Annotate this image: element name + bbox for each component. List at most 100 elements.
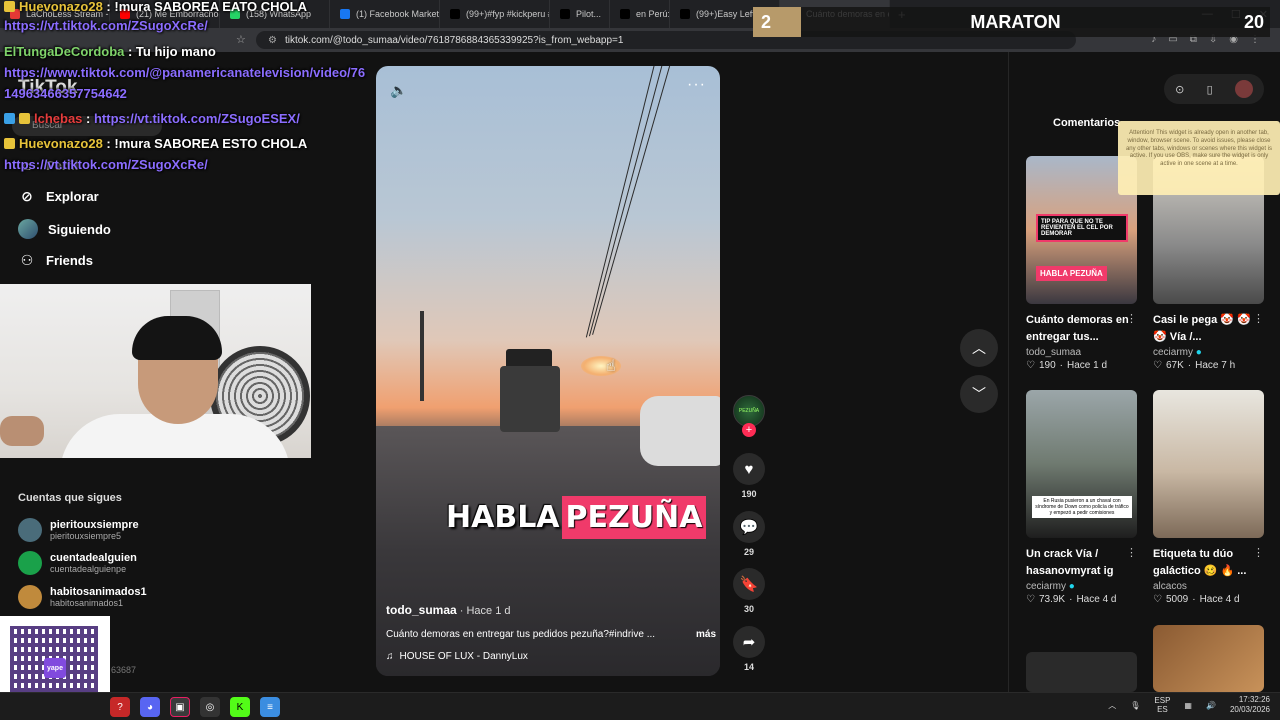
more-options-icon[interactable]: ⋮ xyxy=(1253,312,1264,325)
score-left: 2 xyxy=(753,7,801,37)
chat-link: https://vt.tiktok.com/ZSugoXcRe/ xyxy=(4,157,208,172)
following-name: habitosanimados1 xyxy=(50,586,147,598)
card-author[interactable]: todo_sumaa xyxy=(1026,347,1137,358)
browser-tab[interactable]: Pilot... xyxy=(550,0,610,28)
card-title[interactable]: Cuánto demoras en entregar tus... xyxy=(1026,312,1137,346)
badge-icon xyxy=(19,113,30,124)
video-music[interactable]: ♫ HOUSE OF LUX - DannyLux xyxy=(386,651,528,662)
network-icon[interactable]: ▦ xyxy=(1184,701,1192,710)
more-options-icon[interactable]: ⋮ xyxy=(1126,546,1137,559)
nav-item-siguiendo[interactable]: Siguiendo xyxy=(18,219,111,239)
bookmark-icon[interactable]: ☆ xyxy=(236,33,246,46)
author-name: ceciarmy xyxy=(1153,347,1194,358)
comment-count: 29 xyxy=(743,547,754,557)
system-tray: ︿ 🎙 ESP ES ▦ 🔊 17:32:26 20/03/2026 xyxy=(1108,695,1270,716)
like-action[interactable]: ♥ 190 xyxy=(730,453,768,499)
favicon-icon xyxy=(560,9,570,19)
chevron-down-icon: ﹀ xyxy=(972,386,986,402)
like-count: 73.9K xyxy=(1038,594,1066,605)
badge-icon xyxy=(4,113,15,124)
widget-warning: Attention! This widget is already open i… xyxy=(1118,121,1280,195)
video-thumbnail[interactable] xyxy=(1153,625,1264,692)
profile-avatar[interactable] xyxy=(1234,80,1253,98)
chat-user: Huevonazo28 xyxy=(19,0,103,14)
kick-icon[interactable]: K xyxy=(230,697,250,717)
card-author[interactable]: alcacos xyxy=(1153,581,1264,592)
obs-icon[interactable]: ◎ xyxy=(200,697,220,717)
chat-user: lchebas xyxy=(34,111,83,126)
nav-item-friends[interactable]: ⚇ Friends xyxy=(18,251,93,269)
card-title[interactable]: Etiqueta tu dúo galáctico 🥴 🔥 ... xyxy=(1153,546,1264,580)
video-player[interactable]: 🔈 ··· HABLA PEZUÑA todo_sumaa · Hace 1 d… xyxy=(376,66,720,676)
browser-tab[interactable]: en Perú: De xyxy=(610,0,670,28)
verified-icon: ● xyxy=(1195,347,1202,358)
send-icon[interactable]: ⊙ xyxy=(1175,83,1184,96)
video-thumbnail[interactable] xyxy=(1153,390,1264,538)
notepad-icon[interactable]: ≡ xyxy=(260,697,280,717)
more-options-icon[interactable]: ⋮ xyxy=(1253,546,1264,559)
following-item[interactable]: habitosanimados1 habitosanimados1 xyxy=(18,585,147,609)
heart-icon: ♡ xyxy=(1153,360,1162,371)
chat-message: Huevonazo28 : !mura SABOREA EATO CHOLA xyxy=(4,0,307,13)
previous-video-button[interactable]: ︿ xyxy=(960,329,998,367)
card-stats: ♡ 73.9K · Hace 4 d xyxy=(1026,594,1137,605)
language-indicator[interactable]: ESP ES xyxy=(1154,696,1170,715)
video-thumbnail[interactable] xyxy=(1026,652,1137,692)
browser-tab[interactable]: (99+)#fyp #kickperu #sideral | xyxy=(440,0,550,28)
comment-icon[interactable]: 💬 xyxy=(733,511,765,543)
more-options-icon[interactable]: ⋮ xyxy=(1126,312,1137,325)
related-video-card[interactable]: En Rusia pusieron a un chaval con síndro… xyxy=(1026,390,1137,605)
discord-icon[interactable]: ◕ xyxy=(140,697,160,717)
author-name[interactable]: todo_sumaa xyxy=(386,603,457,617)
share-action[interactable]: ➦ 14 xyxy=(730,626,768,672)
person-hand xyxy=(0,416,44,446)
video-author[interactable]: todo_sumaa · Hace 1 d xyxy=(386,603,511,617)
share-icon[interactable]: ➦ xyxy=(733,626,765,658)
utility-pole xyxy=(420,311,424,401)
site-info-icon[interactable]: ⚙ xyxy=(268,35,277,46)
like-count: 5009 xyxy=(1165,594,1189,605)
device-icon[interactable]: ▯ xyxy=(1207,83,1213,96)
card-author[interactable]: ceciarmy ● xyxy=(1026,581,1137,592)
tab-comentarios[interactable]: Comentarios xyxy=(1053,117,1120,129)
following-item[interactable]: cuentadealguien cuentadealguienpe xyxy=(18,551,137,575)
heart-icon: ♡ xyxy=(1026,360,1035,371)
chat-message: https://vt.tiktok.com/ZSugoXcRe/ xyxy=(4,158,208,171)
comment-action[interactable]: 💬 29 xyxy=(730,511,768,557)
card-stats: ♡ 5009 · Hace 4 d xyxy=(1153,594,1264,605)
separator: · xyxy=(1192,594,1196,605)
more-options-icon[interactable]: ··· xyxy=(687,76,706,94)
save-action[interactable]: 🔖 30 xyxy=(730,568,768,614)
chevron-up-icon[interactable]: ︿ xyxy=(1108,700,1116,711)
card-stats: ♡ 190 · Hace 1 d xyxy=(1026,360,1137,371)
chat-user: ElTungaDeCordoba xyxy=(4,44,125,59)
marathon-scoreboard: 2 MARATON 20 xyxy=(753,7,1270,37)
chat-link: https://www.tiktok.com/@panamericanatele… xyxy=(4,65,366,80)
volume-icon[interactable]: 🔈 xyxy=(390,82,407,99)
thumbnail-text: TIP PARA QUE NO TE REVIENTEN EL CEL POR … xyxy=(1036,214,1128,242)
friends-icon: ⚇ xyxy=(20,251,34,268)
volume-icon[interactable]: 🔊 xyxy=(1206,701,1216,710)
next-video-button[interactable]: ﹀ xyxy=(960,375,998,413)
video-thumbnail[interactable]: En Rusia pusieron a un chaval con síndro… xyxy=(1026,390,1137,538)
related-video-card[interactable]: ⋮ Etiqueta tu dúo galáctico 🥴 🔥 ... alca… xyxy=(1153,390,1264,605)
share-count: 14 xyxy=(743,662,754,672)
author-name: ceciarmy xyxy=(1026,581,1067,592)
clock[interactable]: 17:32:26 20/03/2026 xyxy=(1230,695,1270,716)
following-item[interactable]: pieritouxsiempre pieritouxsiempre5 xyxy=(18,518,139,542)
heart-icon[interactable]: ♥ xyxy=(733,453,765,485)
chat-text: : !mura SABOREA ESTO CHOLA xyxy=(102,136,308,151)
follow-plus-icon[interactable]: + xyxy=(742,423,756,437)
more-link[interactable]: más xyxy=(696,629,716,640)
app-icon[interactable]: ▣ xyxy=(170,697,190,717)
nav-label: Siguiendo xyxy=(48,221,111,237)
browser-tab[interactable]: (1) Facebook Marketplace | Fa xyxy=(330,0,440,28)
bookmark-icon[interactable]: 🔖 xyxy=(733,568,765,600)
app-icon[interactable]: ? xyxy=(110,697,130,717)
microphone-icon[interactable]: 🎙 xyxy=(1130,701,1140,710)
card-title[interactable]: Casi le pega 🤡 🤡 🤡 Vía /... xyxy=(1153,312,1264,346)
nav-item-explorar[interactable]: ⊘ Explorar xyxy=(18,187,99,205)
card-author[interactable]: ceciarmy ● xyxy=(1153,347,1264,358)
card-title[interactable]: Un crack Vía / hasanovmyrat ig xyxy=(1026,546,1137,580)
url-text: tiktok.com/@todo_sumaa/video/76187868843… xyxy=(284,34,624,46)
